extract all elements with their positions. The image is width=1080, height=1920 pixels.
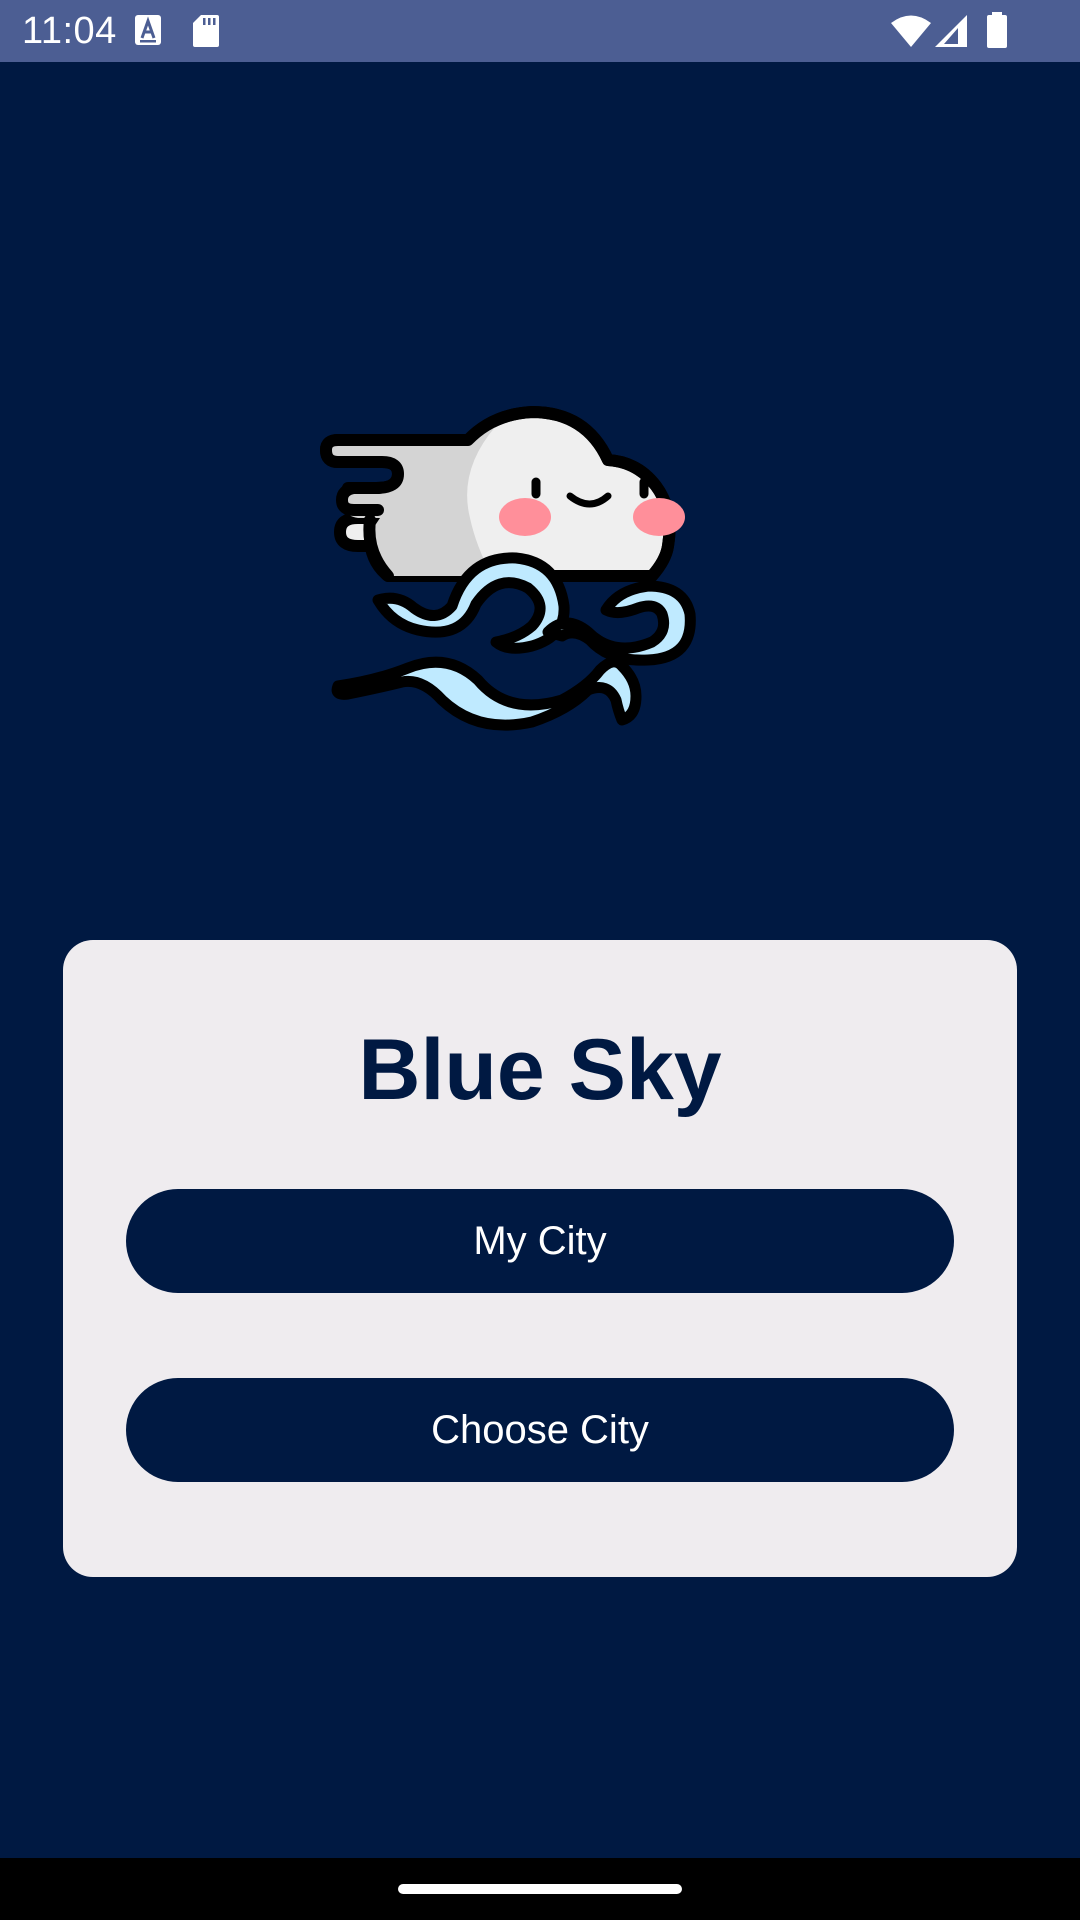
status-time: 11:04 [22,10,117,52]
choose-city-button[interactable]: Choose City [126,1378,954,1482]
main-screen: Blue Sky My City Choose City [0,62,1080,1858]
cloud-wind-icon [320,406,696,731]
signal-icon [935,15,967,47]
home-card: Blue Sky My City Choose City [63,940,1017,1577]
app-title: Blue Sky [358,1022,722,1118]
text-a-icon [135,15,161,45]
battery-icon [987,12,1007,48]
navigation-bar [0,1858,1080,1920]
wifi-icon [891,15,931,47]
home-gesture-handle[interactable] [398,1884,682,1894]
sd-card-icon [193,15,219,47]
my-city-button[interactable]: My City [126,1189,954,1293]
status-bar: 11:04 [0,0,1080,62]
